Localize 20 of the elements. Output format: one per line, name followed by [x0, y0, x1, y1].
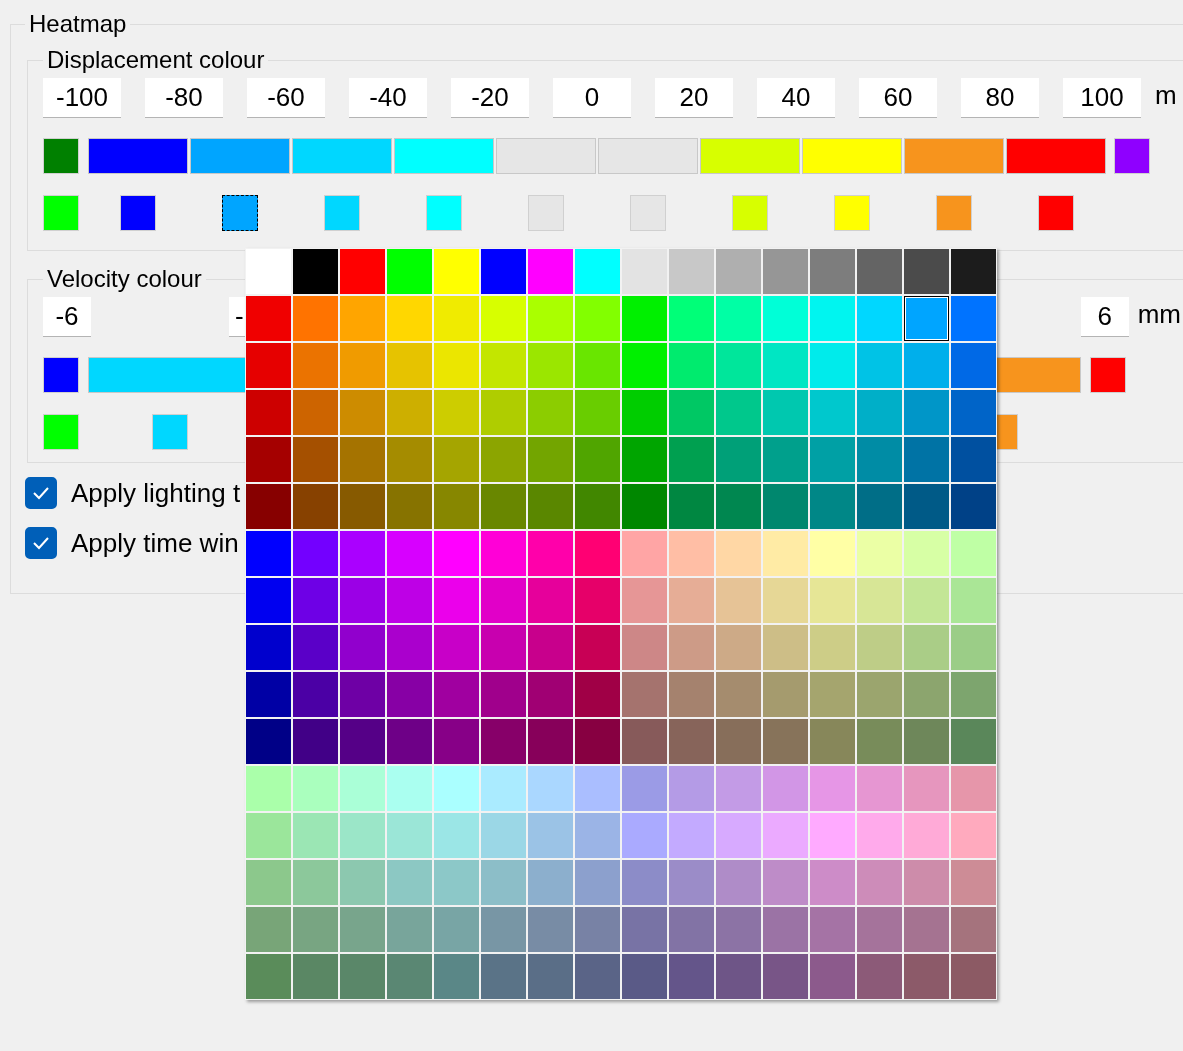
tick-label[interactable]: -20 — [451, 78, 529, 118]
tick-label[interactable]: 60 — [859, 78, 937, 118]
tick-label[interactable]: 40 — [757, 78, 835, 118]
group-title: Velocity colour — [46, 265, 203, 293]
tick-label[interactable]: -60 — [247, 78, 325, 118]
unit-label: mm — [1137, 298, 1181, 331]
tick-label[interactable]: 6 — [1080, 297, 1129, 337]
tick-label[interactable]: 20 — [655, 78, 733, 118]
tick-label[interactable]: 0 — [553, 78, 631, 118]
group-title: Heatmap — [28, 10, 128, 38]
tick-label[interactable]: 80 — [961, 78, 1039, 118]
checkbox-label: Apply time win — [71, 527, 239, 559]
tick-label[interactable]: -80 — [145, 78, 223, 118]
tick-label[interactable]: -40 — [349, 78, 427, 118]
tick-label[interactable]: -100 — [43, 78, 121, 118]
unit-label: m — [1155, 79, 1177, 112]
tick-label[interactable]: -6 — [43, 297, 91, 337]
group-title: Displacement colour — [46, 46, 266, 74]
checkbox-label: Apply lighting t — [71, 477, 241, 509]
tick-label[interactable]: 100 — [1063, 78, 1141, 118]
